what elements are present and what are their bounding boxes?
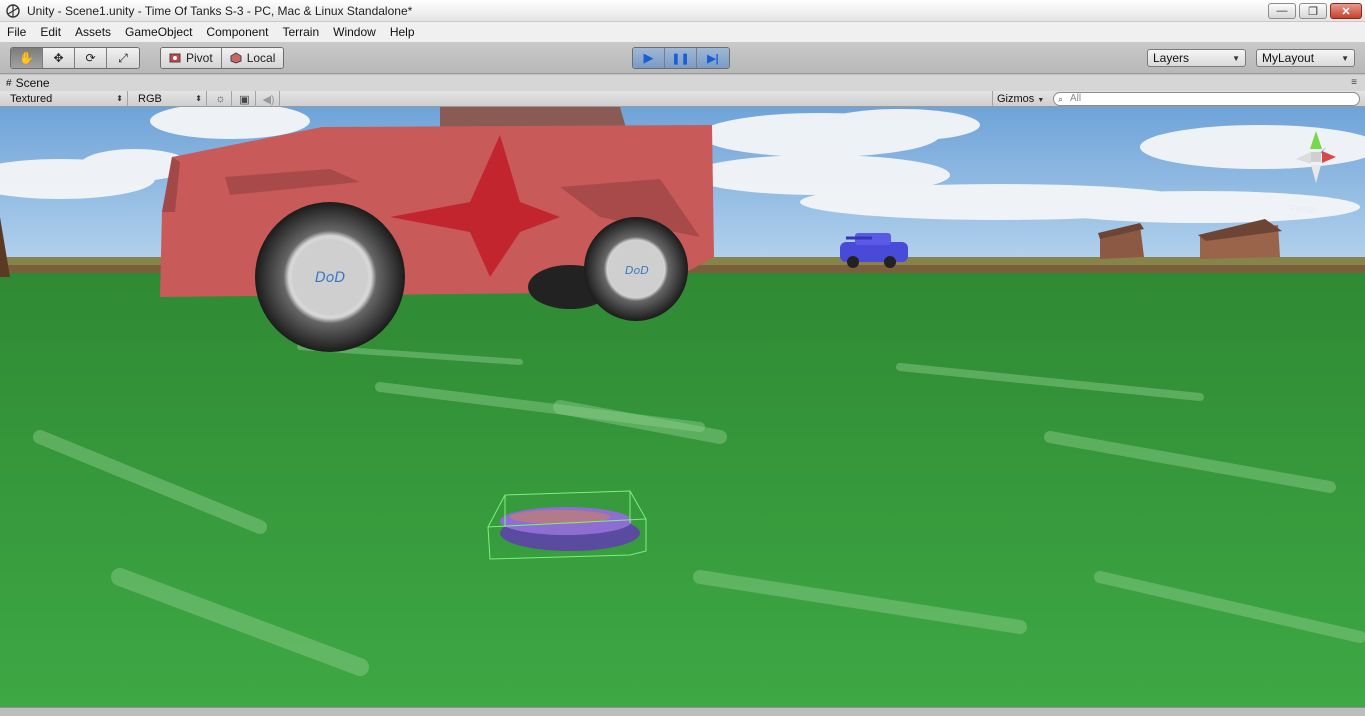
tab-scene-label: Scene: [15, 76, 50, 90]
hierarchy-search-input[interactable]: ⌕ All: [1053, 92, 1360, 106]
menu-gameobject[interactable]: GameObject: [118, 22, 199, 42]
step-button[interactable]: ▶|: [697, 48, 729, 68]
pivot-icon: [169, 53, 181, 63]
menu-file[interactable]: File: [0, 22, 33, 42]
scene-audio-toggle[interactable]: ◀): [258, 91, 280, 107]
local-label: Local: [246, 51, 276, 65]
svg-text:DoD: DoD: [315, 270, 345, 286]
color-mode-dropdown[interactable]: RGB ⬍: [132, 91, 207, 107]
scene-control-bar: Textured ⬍ RGB ⬍ ☼ ▣ ◀) Gizmos ▼ ⌕ All: [0, 91, 1365, 107]
scene-overlay-toggle[interactable]: ▣: [234, 91, 256, 107]
updown-arrow-icon: ⬍: [195, 94, 202, 103]
sun-icon: ☼: [215, 93, 226, 105]
color-mode-value: RGB: [138, 93, 162, 105]
hand-icon: ✋: [19, 51, 34, 65]
playback-controls: ▶ ❚❚ ▶|: [632, 47, 730, 69]
menu-bar: File Edit Assets GameObject Component Te…: [0, 22, 1365, 42]
close-icon: ✕: [1341, 5, 1351, 18]
rotate-icon: ⟳: [85, 51, 96, 65]
render-mode-value: Textured: [10, 93, 53, 105]
pivot-button[interactable]: Pivot: [161, 48, 222, 68]
layers-label: Layers: [1153, 51, 1190, 65]
maximize-button[interactable]: ❐: [1299, 3, 1327, 19]
gizmos-label: Gizmos: [997, 93, 1035, 105]
panel-menu-icon[interactable]: ≡: [1351, 77, 1357, 88]
menu-component[interactable]: Component: [199, 22, 275, 42]
play-button[interactable]: ▶: [633, 48, 665, 68]
chevron-down-icon: ▼: [1037, 97, 1045, 104]
move-tool-button[interactable]: ✥: [43, 48, 75, 68]
menu-edit[interactable]: Edit: [33, 22, 68, 42]
local-icon: [230, 52, 242, 64]
chevron-down-icon: ▼: [1341, 53, 1349, 63]
search-placeholder: All: [1070, 93, 1082, 104]
layout-label: MyLayout: [1262, 51, 1315, 65]
bottom-panel-edge: [0, 707, 1365, 716]
local-button[interactable]: Local: [221, 48, 284, 68]
scene-tab-bar: # Scene ≡: [0, 75, 1365, 91]
rotate-tool-button[interactable]: ⟳: [75, 48, 107, 68]
transform-tools: ✋ ✥ ⟳ ⤢: [10, 47, 140, 69]
pivot-toggles: Pivot Local: [160, 47, 285, 69]
menu-assets[interactable]: Assets: [68, 22, 118, 42]
scale-tool-button[interactable]: ⤢: [107, 48, 139, 68]
image-icon: ▣: [239, 93, 250, 106]
tab-scene[interactable]: # Scene: [6, 76, 50, 90]
speaker-icon: ◀): [262, 93, 275, 106]
play-icon: ▶: [643, 50, 654, 65]
minimize-icon: —: [1276, 5, 1288, 17]
gizmos-dropdown[interactable]: Gizmos ▼: [992, 91, 1048, 107]
maximize-icon: ❐: [1308, 5, 1318, 18]
scene-lighting-toggle[interactable]: ☼: [210, 91, 232, 107]
minimize-button[interactable]: —: [1268, 3, 1296, 19]
svg-text:DoD: DoD: [625, 264, 649, 277]
close-button[interactable]: ✕: [1330, 3, 1362, 19]
window-title: Unity - Scene1.unity - Time Of Tanks S-3…: [27, 4, 413, 18]
hand-tool-button[interactable]: ✋: [11, 48, 43, 68]
chevron-down-icon: ▼: [1232, 53, 1240, 63]
scene-grid-icon: #: [6, 77, 12, 89]
updown-arrow-icon: ⬍: [116, 94, 123, 103]
main-toolbar: ✋ ✥ ⟳ ⤢ Pivot Local ▶ ❚❚ ▶| Layers ▼ MyL…: [0, 42, 1365, 74]
view-mode-label: Persp: [1289, 204, 1316, 215]
grass-terrain: [0, 273, 1365, 707]
move-icon: ✥: [53, 51, 64, 65]
search-icon: ⌕: [1058, 94, 1064, 104]
menu-terrain[interactable]: Terrain: [275, 22, 326, 42]
scene-render: DoD DoD: [0, 107, 1365, 707]
title-bar: Unity - Scene1.unity - Time Of Tanks S-3…: [0, 0, 1365, 22]
menu-window[interactable]: Window: [326, 22, 383, 42]
render-mode-dropdown[interactable]: Textured ⬍: [4, 91, 128, 107]
scale-icon: ⤢: [118, 50, 128, 65]
layers-dropdown[interactable]: Layers ▼: [1147, 49, 1246, 67]
pause-button[interactable]: ❚❚: [665, 48, 697, 68]
layout-dropdown[interactable]: MyLayout ▼: [1256, 49, 1355, 67]
unity-logo-icon: [6, 4, 20, 18]
pivot-label: Pivot: [186, 51, 213, 65]
step-icon: ▶|: [707, 52, 719, 65]
menu-help[interactable]: Help: [383, 22, 422, 42]
scene-viewport[interactable]: DoD DoD Persp: [0, 107, 1365, 707]
pause-icon: ❚❚: [671, 52, 690, 65]
